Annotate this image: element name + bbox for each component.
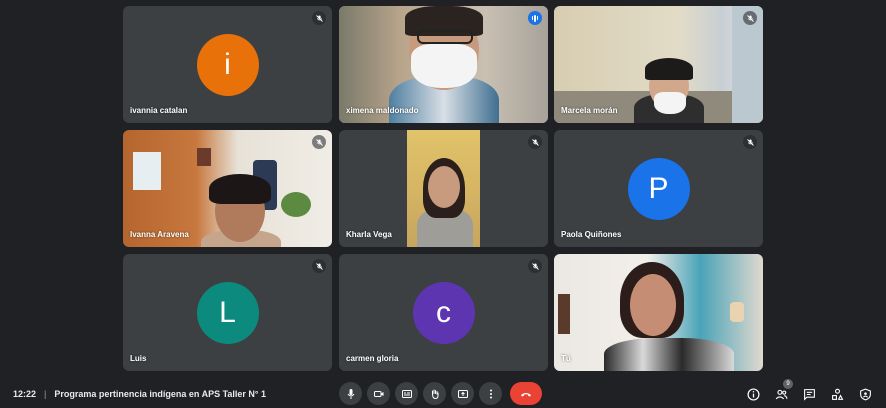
participant-name: carmen gloria [346,354,399,363]
participant-tile[interactable]: Ivanna Aravena [123,130,332,247]
camera-button[interactable] [367,382,390,405]
bottom-toolbar: 12:22 | Programa pertinencia indígena en… [0,379,886,408]
avatar: i [196,33,259,96]
participant-name: ximena maldonado [346,106,419,115]
self-view-tile[interactable]: Tú [554,254,763,371]
mic-off-icon [528,259,542,273]
mic-button[interactable] [339,382,362,405]
more-options-button[interactable] [479,382,502,405]
mic-off-icon [312,135,326,149]
mic-off-icon [743,135,757,149]
mic-off-icon [743,11,757,25]
people-icon [775,389,787,399]
raise-hand-button[interactable] [423,382,446,405]
camera-icon [373,390,383,397]
video-feed [407,130,480,247]
chat-icon [803,388,815,401]
call-controls [339,382,542,405]
participant-tile[interactable]: P Paola Quiñones [554,130,763,247]
participant-name: Ivanna Aravena [130,230,189,239]
captions-button[interactable] [395,382,418,405]
activities-icon [831,388,843,400]
avatar: c [412,281,475,344]
participant-grid: i ivannia catalan ximena maldonado Marce… [0,0,886,380]
mic-off-icon [312,11,326,25]
host-controls-icon [859,387,871,400]
participant-name: Tú [561,354,571,363]
avatar: P [627,157,690,220]
participant-tile[interactable]: i ivannia catalan [123,6,332,123]
clock: 12:22 [13,389,37,399]
host-controls-button[interactable] [858,387,872,401]
participant-tile[interactable]: c carmen gloria [339,254,548,371]
meeting-title: Programa pertinencia indígena en APS Tal… [54,389,267,399]
mic-icon [347,388,354,399]
mic-off-icon [528,135,542,149]
people-button[interactable]: 9 [774,379,793,401]
end-call-button[interactable] [510,382,542,405]
people-count-badge: 9 [783,379,793,389]
participant-name: Luis [130,354,147,363]
meet-window: i ivannia catalan ximena maldonado Marce… [0,0,886,408]
video-feed [554,254,763,371]
info-icon [746,387,760,401]
participant-tile[interactable]: L Luis [123,254,332,371]
mic-off-icon [312,259,326,273]
participant-tile[interactable]: Kharla Vega [339,130,548,247]
participant-name: ivannia catalan [130,106,188,115]
participant-name: Marcela morán [561,106,618,115]
raise-hand-icon [431,389,438,399]
participant-tile[interactable]: ximena maldonado [339,6,548,123]
participant-name: Kharla Vega [346,230,392,239]
avatar: L [196,281,259,344]
speaking-indicator-icon [528,11,542,25]
separator: | [44,389,47,399]
participant-tile[interactable]: Marcela morán [554,6,763,123]
present-button[interactable] [451,382,474,405]
meeting-details-button[interactable] [746,387,760,401]
side-panel-tools: 9 [746,379,872,408]
chat-button[interactable] [802,387,816,401]
more-options-icon [489,389,492,398]
activities-button[interactable] [830,387,844,401]
captions-icon [401,389,412,398]
participant-name: Paola Quiñones [561,230,622,239]
end-call-icon [521,392,531,396]
meeting-info: 12:22 | Programa pertinencia indígena en… [13,380,266,408]
present-icon [457,389,468,398]
